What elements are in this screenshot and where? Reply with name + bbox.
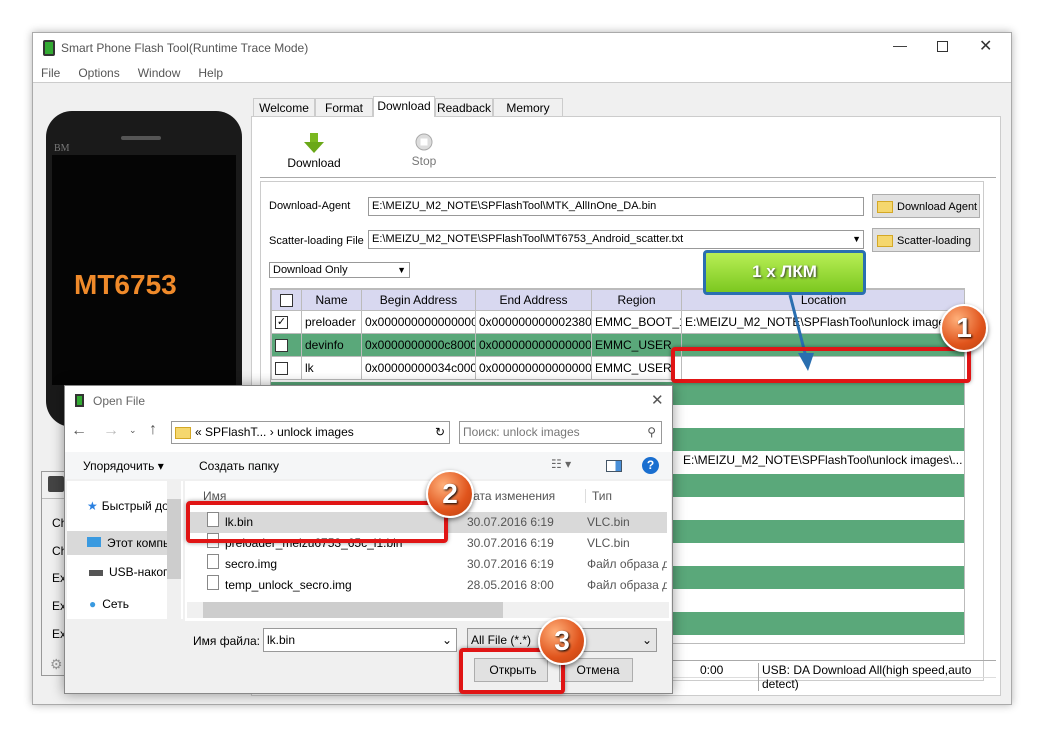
highlight-location <box>671 347 971 383</box>
drive-icon <box>89 570 103 576</box>
status-usb: USB: DA Download All(high speed,auto det… <box>758 663 996 691</box>
preview-pane-icon[interactable] <box>606 460 622 472</box>
dialog-title-bar: Open File ✕ <box>65 386 672 416</box>
tab-format[interactable]: Format <box>315 98 373 117</box>
disk-image-icon <box>207 575 219 590</box>
scatter-file-select[interactable]: E:\MEIZU_M2_NOTE\SPFlashTool\MT6753_Andr… <box>368 230 864 249</box>
organize-button[interactable]: Упорядочить ▾ <box>83 459 164 473</box>
new-folder-button[interactable]: Создать папку <box>199 459 279 473</box>
folder-icon <box>877 200 893 213</box>
phone-image: BM MT6753 <box>46 111 242 427</box>
chevron-down-icon: ⌄ <box>641 633 652 647</box>
search-input[interactable]: Поиск: unlock images ⚲ <box>459 421 662 444</box>
callout-box: 1 x ЛКМ <box>703 250 866 295</box>
location-cell[interactable]: E:\MEIZU_M2_NOTE\SPFlashTool\unlock imag… <box>683 453 963 467</box>
stop-button[interactable]: Stop <box>400 133 448 168</box>
download-button[interactable]: Download <box>284 133 344 170</box>
select-all-checkbox[interactable] <box>280 294 293 308</box>
star-icon: ★ <box>87 499 98 513</box>
back-icon <box>48 476 64 492</box>
scatter-label: Scatter-loading File <box>269 235 364 247</box>
step-badge-2: 2 <box>426 470 474 518</box>
maximize-button[interactable] <box>937 41 948 52</box>
nav-scrollbar[interactable] <box>167 481 181 619</box>
column-date[interactable]: Дата изменения <box>465 489 555 503</box>
close-button[interactable]: ✕ <box>979 36 992 56</box>
table-row[interactable]: ✓ preloader 0x0000000000000000 0x0000000000… <box>271 310 964 334</box>
folder-icon <box>877 234 893 247</box>
gear-icon[interactable]: ⚙ <box>50 656 63 673</box>
menu-options[interactable]: Options <box>78 66 119 80</box>
dialog-title: Open File <box>93 394 146 408</box>
phone-brand: BM <box>54 143 70 154</box>
dialog-toolbar: Упорядочить ▾ Создать папку ☷ ▾ ? <box>65 452 672 479</box>
file-row[interactable]: secro.img30.07.2016 6:19Файл образа диск… <box>187 554 667 575</box>
menu-file[interactable]: File <box>41 66 60 80</box>
column-type[interactable]: Тип <box>585 489 612 503</box>
status-time: 0:00 <box>700 663 724 677</box>
download-mode-select[interactable]: Download Only ▼ <box>269 262 410 278</box>
nav-quick-access[interactable]: ★Быстрый доступ <box>67 499 167 523</box>
minimize-button[interactable]: — <box>893 37 907 53</box>
computer-icon <box>87 537 101 547</box>
stop-icon <box>415 133 433 151</box>
nav-this-pc[interactable]: Этот компьютер <box>67 531 167 555</box>
window-title: Smart Phone Flash Tool(Runtime Trace Mod… <box>61 41 309 55</box>
tab-download[interactable]: Download <box>373 96 435 117</box>
help-icon[interactable]: ? <box>642 457 659 474</box>
chevron-down-icon: ▼ <box>397 265 406 275</box>
address-bar[interactable]: « SPFlashT... › unlock images ↻ <box>171 421 450 444</box>
back-arrow-icon[interactable]: ← <box>71 422 87 440</box>
tab-memory-test[interactable]: Memory Test <box>493 98 563 133</box>
chevron-down-icon: ⌄ <box>441 633 452 647</box>
chip-label: MT6753 <box>74 269 177 300</box>
file-row[interactable]: temp_unlock_secro.img 28.05.2016 8:00 Файл… <box>187 575 667 596</box>
row-checkbox[interactable]: ✓ <box>275 316 288 330</box>
refresh-icon[interactable]: ↻ <box>435 422 445 443</box>
title-bar: Smart Phone Flash Tool(Runtime Trace Mod… <box>33 33 1011 63</box>
step-badge-1: 1 <box>940 304 988 352</box>
disk-image-icon <box>207 554 219 569</box>
view-options-icon[interactable]: ☷ ▾ <box>551 457 571 471</box>
nav-usb-drive[interactable]: USB-накопитель <box>67 565 167 589</box>
app-icon <box>43 40 55 56</box>
app-icon <box>75 394 84 407</box>
nav-network[interactable]: ● Сеть <box>67 597 167 621</box>
breadcrumb-item[interactable]: SPFlashT... <box>205 425 266 439</box>
breadcrumb-item[interactable]: unlock images <box>277 425 354 439</box>
forward-arrow-icon[interactable]: → <box>103 422 119 440</box>
highlight-file <box>186 501 448 543</box>
row-checkbox[interactable] <box>275 362 288 376</box>
menu-bar: File Options Window Help <box>33 63 1011 83</box>
search-icon: ⚲ <box>647 425 656 439</box>
download-agent-field[interactable]: E:\MEIZU_M2_NOTE\SPFlashTool\MTK_AllInOn… <box>368 197 864 216</box>
folder-icon <box>175 426 191 439</box>
chevron-down-icon: ▼ <box>852 234 861 244</box>
scatter-loading-button[interactable]: Scatter-loading <box>872 228 980 252</box>
row-checkbox[interactable] <box>275 339 288 353</box>
horizontal-scrollbar[interactable] <box>187 602 669 618</box>
menu-window[interactable]: Window <box>138 66 181 80</box>
filename-label: Имя файла: <box>193 634 260 648</box>
menu-help[interactable]: Help <box>198 66 223 80</box>
nav-pane: ★Быстрый доступ Этот компьютер USB-накоп… <box>67 481 183 619</box>
download-agent-label: Download-Agent <box>269 200 351 212</box>
up-arrow-icon[interactable]: ↑ <box>149 421 157 439</box>
step-badge-3: 3 <box>538 617 586 665</box>
download-agent-button[interactable]: Download Agent <box>872 194 980 218</box>
tab-readback[interactable]: Readback <box>435 98 493 117</box>
filename-input[interactable]: lk.bin ⌄ <box>263 628 457 652</box>
location-cell[interactable]: E:\MEIZU_M2_NOTE\SPFlashTool\unlock imag… <box>681 310 964 334</box>
chevron-down-icon[interactable]: ⌄ <box>129 425 137 436</box>
tab-welcome[interactable]: Welcome <box>253 98 315 117</box>
download-arrow-icon <box>304 133 324 153</box>
dialog-close-button[interactable]: ✕ <box>651 391 664 409</box>
network-icon: ● <box>89 597 97 611</box>
